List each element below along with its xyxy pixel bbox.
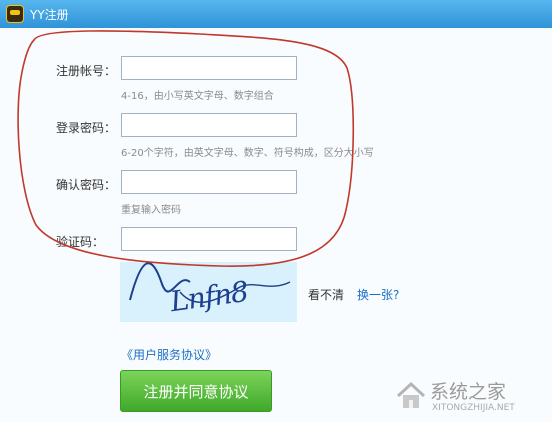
register-submit-button[interactable]: 注册并同意协议	[120, 370, 272, 412]
confirm-password-label: 确认密码：	[56, 178, 117, 192]
site-watermark: 系统之家 XITONGZHIJIA.NET	[392, 372, 552, 418]
title-bar: YY注册	[0, 0, 552, 28]
unclear-text: 看不清	[308, 288, 345, 302]
captcha-input[interactable]	[121, 227, 297, 251]
window-title: YY注册	[30, 8, 69, 22]
account-label: 注册帐号：	[56, 64, 117, 78]
watermark-url: XITONGZHIJIA.NET	[432, 403, 515, 413]
house-logo-icon	[396, 381, 426, 408]
refresh-captcha-link[interactable]: 换一张?	[357, 286, 399, 303]
confirm-password-input[interactable]	[121, 170, 297, 194]
watermark-text: 系统之家	[430, 381, 507, 403]
account-input[interactable]	[121, 56, 297, 80]
yy-app-icon	[6, 5, 24, 23]
password-label: 登录密码：	[56, 121, 117, 135]
registration-panel	[0, 28, 552, 422]
password-input[interactable]	[121, 113, 297, 137]
confirm-password-hint: 重复输入密码	[121, 205, 181, 216]
password-hint: 6-20个字符，由英文字母、数字、符号构成，区分大小写	[121, 148, 374, 159]
captcha-image[interactable]: Lnfn8	[120, 262, 297, 322]
user-agreement-link[interactable]: 《用户服务协议》	[121, 346, 217, 363]
captcha-label: 验证码：	[56, 235, 105, 249]
account-hint: 4-16，由小写英文字母、数字组合	[121, 91, 274, 102]
